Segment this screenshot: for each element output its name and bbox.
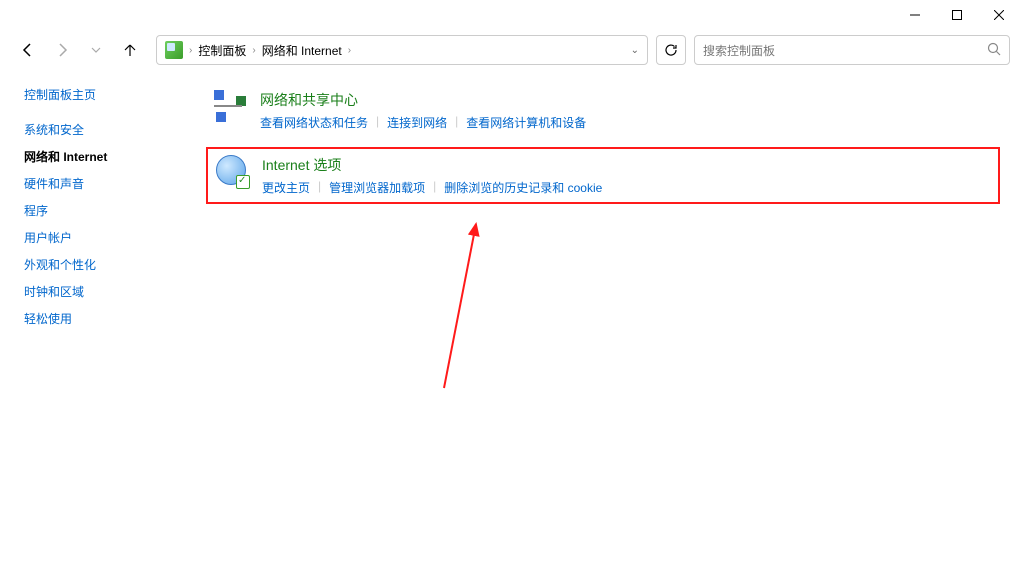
category-title[interactable]: Internet 选项 xyxy=(262,155,602,175)
chevron-right-icon: › xyxy=(189,45,192,56)
sidebar-item[interactable]: 用户帐户 xyxy=(24,229,182,246)
back-button[interactable] xyxy=(14,36,42,64)
control-panel-icon xyxy=(165,41,183,59)
sidebar: 控制面板主页 系统和安全网络和 Internet 硬件和声音程序用户帐户外观和个性… xyxy=(0,70,182,578)
maximize-button[interactable] xyxy=(936,1,978,29)
address-bar[interactable]: › 控制面板 › 网络和 Internet › ⌄ xyxy=(156,35,648,65)
recent-button[interactable] xyxy=(82,36,110,64)
separator: | xyxy=(455,114,458,131)
sidebar-item[interactable]: 时钟和区域 xyxy=(24,283,182,300)
close-button[interactable] xyxy=(978,1,1020,29)
category-sublink[interactable]: 更改主页 xyxy=(262,179,310,196)
separator: | xyxy=(376,114,379,131)
search-input[interactable]: 搜索控制面板 xyxy=(694,35,1010,65)
category-row: 网络和共享中心查看网络状态和任务 | 连接到网络 | 查看网络计算机和设备 xyxy=(206,84,1000,137)
category-sublink[interactable]: 管理浏览器加载项 xyxy=(329,179,425,196)
minimize-button[interactable] xyxy=(894,1,936,29)
chevron-right-icon: › xyxy=(348,45,351,56)
sidebar-item[interactable]: 轻松使用 xyxy=(24,310,182,327)
annotation-arrow xyxy=(414,218,494,398)
content-area: 网络和共享中心查看网络状态和任务 | 连接到网络 | 查看网络计算机和设备 Interne… xyxy=(182,70,1024,578)
network-icon xyxy=(214,90,246,122)
refresh-button[interactable] xyxy=(656,35,686,65)
sidebar-item[interactable]: 系统和安全 xyxy=(24,121,182,138)
category-title[interactable]: 网络和共享中心 xyxy=(260,90,586,110)
sidebar-item[interactable]: 程序 xyxy=(24,202,182,219)
sidebar-home[interactable]: 控制面板主页 xyxy=(24,86,182,103)
separator: | xyxy=(318,179,321,196)
titlebar xyxy=(0,0,1024,30)
internet-options-icon xyxy=(216,155,248,187)
category-sublink[interactable]: 查看网络计算机和设备 xyxy=(466,114,586,131)
toolbar: › 控制面板 › 网络和 Internet › ⌄ 搜索控制面板 xyxy=(0,30,1024,70)
category-sublink[interactable]: 查看网络状态和任务 xyxy=(260,114,368,131)
up-button[interactable] xyxy=(116,36,144,64)
address-dropdown[interactable]: ⌄ xyxy=(631,45,639,56)
separator: | xyxy=(433,179,436,196)
sidebar-item[interactable]: 网络和 Internet xyxy=(24,148,182,165)
search-placeholder: 搜索控制面板 xyxy=(703,42,987,59)
forward-button[interactable] xyxy=(48,36,76,64)
breadcrumb-current[interactable]: 网络和 Internet xyxy=(262,42,342,59)
search-icon[interactable] xyxy=(987,42,1001,59)
category-row: Internet 选项更改主页 | 管理浏览器加载项 | 删除浏览的历史记录和 cook… xyxy=(206,147,1000,204)
sidebar-item[interactable]: 硬件和声音 xyxy=(24,175,182,192)
sidebar-item[interactable]: 外观和个性化 xyxy=(24,256,182,273)
category-sublink[interactable]: 连接到网络 xyxy=(387,114,447,131)
breadcrumb-root[interactable]: 控制面板 xyxy=(198,42,246,59)
chevron-right-icon: › xyxy=(252,45,255,56)
category-sublink[interactable]: 删除浏览的历史记录和 cookie xyxy=(444,179,602,196)
